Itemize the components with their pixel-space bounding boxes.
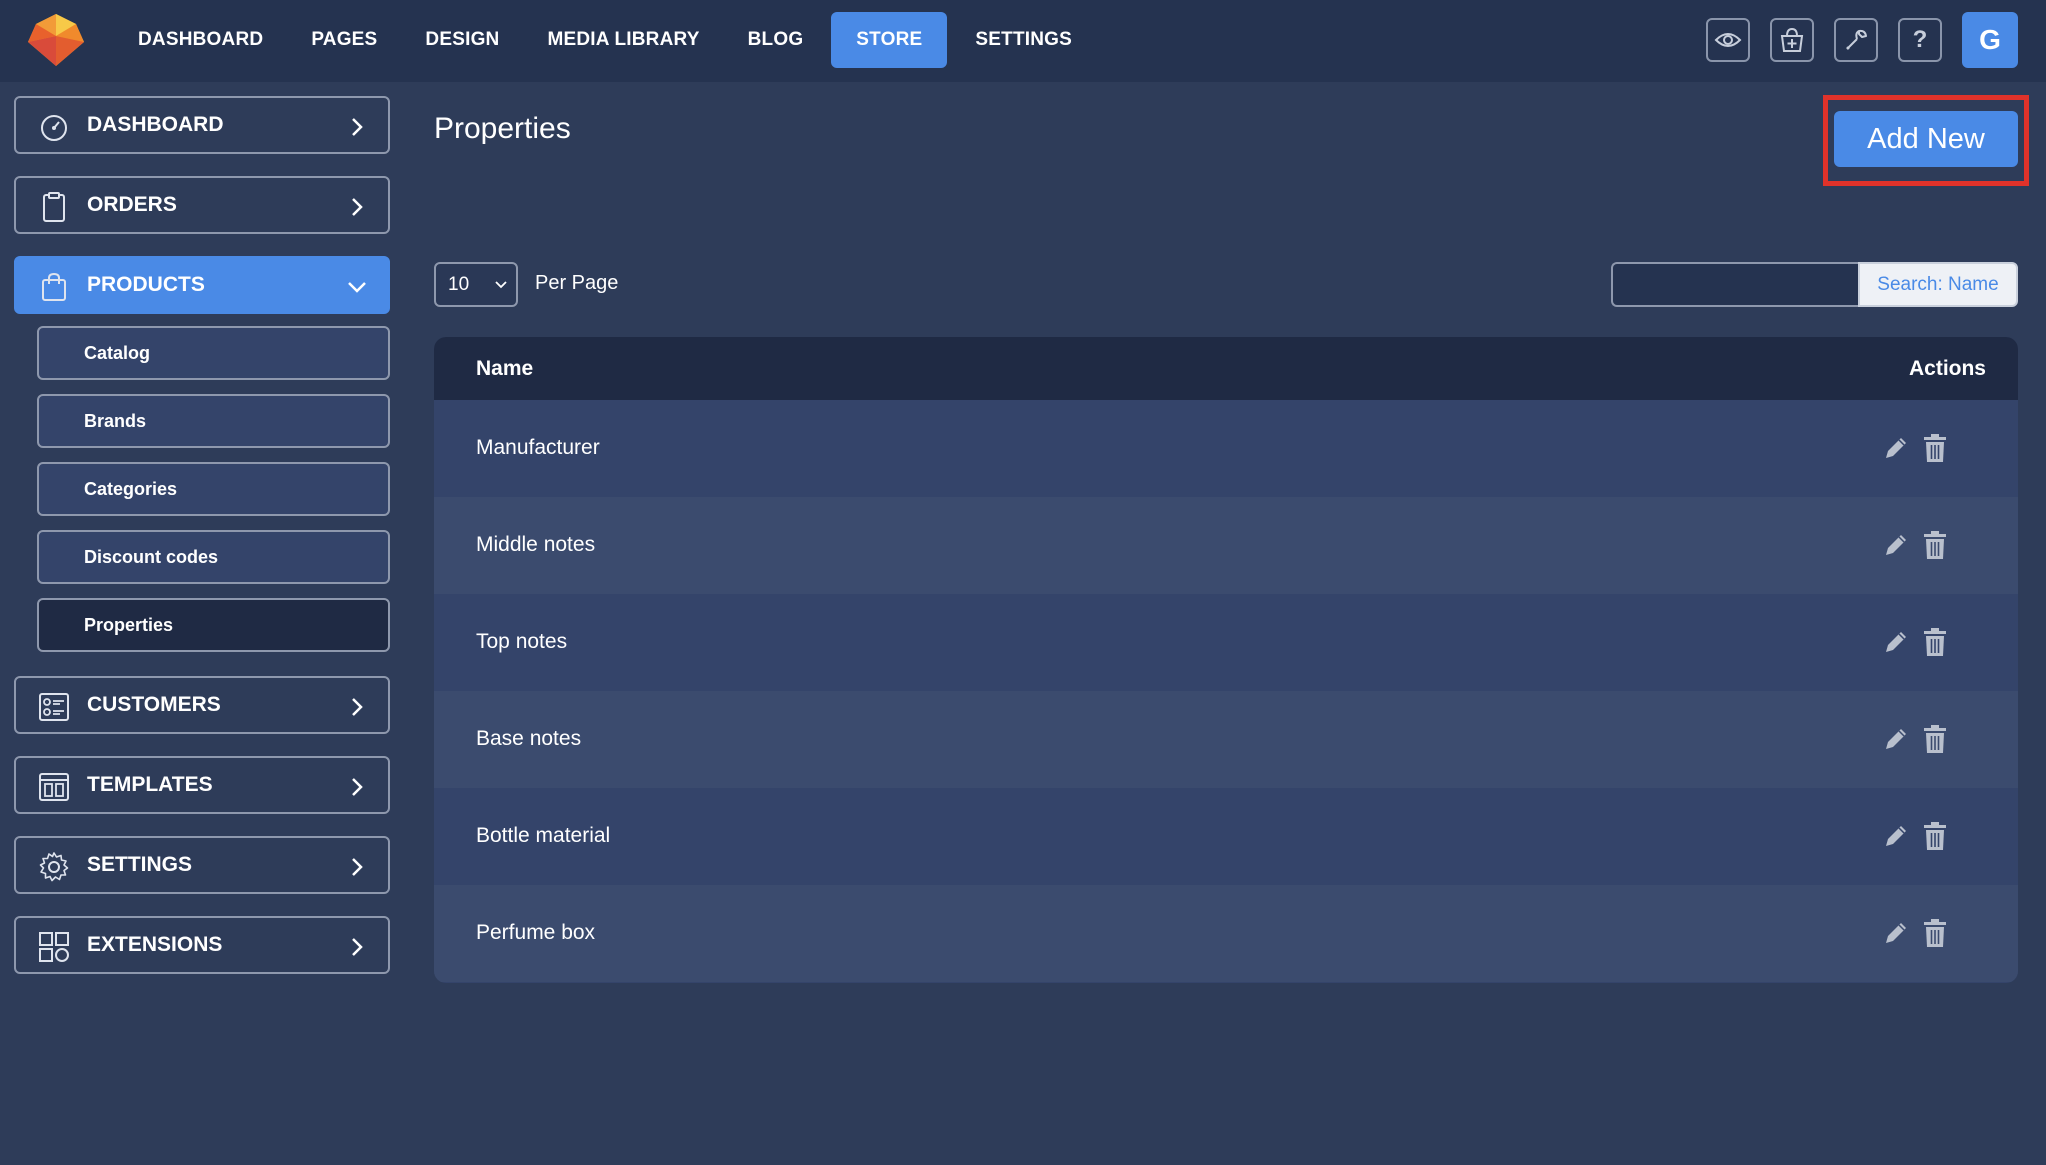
main-nav: DASHBOARD PAGES DESIGN MEDIA LIBRARY BLO…	[118, 12, 1092, 68]
table-row: Manufacturer	[434, 400, 2018, 497]
property-name: Middle notes	[476, 533, 596, 556]
table-header: Name Actions	[434, 337, 2018, 400]
user-avatar[interactable]: G	[1962, 12, 2018, 68]
trash-icon[interactable]	[1923, 627, 1947, 657]
sidebar-item-label: PRODUCTS	[87, 273, 205, 296]
pencil-icon[interactable]	[1882, 919, 1910, 947]
sidebar-item-orders[interactable]: ORDERS	[14, 176, 390, 234]
property-name: Top notes	[476, 630, 568, 653]
extensions-grid-icon	[39, 932, 69, 962]
address-card-icon	[39, 693, 69, 721]
sidebar-item-extensions[interactable]: EXTENSIONS	[14, 916, 390, 974]
store-add-button[interactable]	[1770, 18, 1814, 62]
nav-settings[interactable]: SETTINGS	[955, 12, 1092, 68]
wrench-icon	[1846, 29, 1867, 50]
speedometer-icon	[41, 115, 67, 141]
eye-icon	[1714, 33, 1742, 47]
sidebar-item-label: SETTINGS	[87, 853, 193, 876]
sidebar-subitem-properties[interactable]: Properties	[37, 598, 390, 652]
chevron-right-icon	[352, 118, 363, 136]
trash-icon[interactable]	[1923, 821, 1947, 851]
pencil-icon[interactable]	[1882, 725, 1910, 753]
chevron-right-icon	[352, 198, 363, 216]
table-row: Middle notes	[434, 497, 2018, 594]
tools-button[interactable]	[1834, 18, 1878, 62]
trash-icon[interactable]	[1923, 433, 1947, 463]
table-row: Perfume box	[434, 885, 2018, 982]
nav-pages[interactable]: PAGES	[291, 12, 397, 68]
per-page-select[interactable]: 10	[434, 262, 518, 307]
basket-plus-icon	[1780, 27, 1804, 52]
trash-icon[interactable]	[1923, 530, 1947, 560]
per-page-value: 10	[448, 273, 470, 295]
nav-store[interactable]: STORE	[831, 12, 948, 68]
chevron-right-icon	[352, 938, 363, 956]
clipboard-icon	[43, 192, 65, 222]
table-row: Top notes	[434, 594, 2018, 691]
sidebar-item-settings[interactable]: SETTINGS	[14, 836, 390, 894]
sidebar-item-templates[interactable]: TEMPLATES	[14, 756, 390, 814]
chevron-down-icon	[348, 282, 366, 293]
toolbar: ? G	[1706, 12, 2018, 68]
top-navbar: DASHBOARD PAGES DESIGN MEDIA LIBRARY BLO…	[0, 0, 2046, 82]
sidebar-item-label: ORDERS	[87, 193, 177, 216]
table-row: Bottle material	[434, 788, 2018, 885]
add-new-button[interactable]: Add New	[1834, 111, 2018, 167]
sidebar-subitem-brands[interactable]: Brands	[37, 394, 390, 448]
per-page-label: Per Page	[535, 272, 619, 294]
properties-table: Name Actions Manufacturer Middle notes T…	[434, 337, 2018, 983]
template-icon	[39, 773, 69, 801]
page-title: Properties	[434, 112, 571, 145]
column-header-actions: Actions	[1908, 357, 1986, 380]
gear-icon	[39, 852, 69, 882]
sidebar-item-label: EXTENSIONS	[87, 933, 223, 956]
pencil-icon[interactable]	[1882, 531, 1910, 559]
pencil-icon[interactable]	[1882, 628, 1910, 656]
trash-icon[interactable]	[1923, 918, 1947, 948]
property-name: Perfume box	[476, 921, 596, 944]
nav-design[interactable]: DESIGN	[405, 12, 519, 68]
pencil-icon[interactable]	[1882, 822, 1910, 850]
search-button[interactable]: Search: Name	[1858, 262, 2018, 307]
app-logo[interactable]	[26, 12, 86, 68]
nav-dashboard[interactable]: DASHBOARD	[118, 12, 283, 68]
property-name: Manufacturer	[476, 436, 600, 459]
trash-icon[interactable]	[1923, 724, 1947, 754]
help-button[interactable]: ?	[1898, 18, 1942, 62]
help-icon: ?	[1912, 26, 1928, 53]
nav-media-library[interactable]: MEDIA LIBRARY	[527, 12, 719, 68]
sidebar-item-products[interactable]: PRODUCTS	[14, 256, 390, 314]
column-header-name: Name	[476, 357, 534, 380]
search-input[interactable]	[1611, 262, 1859, 307]
nav-blog[interactable]: BLOG	[728, 12, 824, 68]
sidebar-item-label: CUSTOMERS	[87, 693, 221, 716]
sidebar-subitem-categories[interactable]: Categories	[37, 462, 390, 516]
property-name: Bottle material	[476, 824, 611, 847]
table-row: Base notes	[434, 691, 2018, 788]
preview-button[interactable]	[1706, 18, 1750, 62]
sidebar-subitem-discount-codes[interactable]: Discount codes	[37, 530, 390, 584]
chevron-down-icon	[495, 281, 507, 289]
pencil-icon[interactable]	[1882, 434, 1910, 462]
sidebar-item-dashboard[interactable]: DASHBOARD	[14, 96, 390, 154]
property-name: Base notes	[476, 727, 582, 750]
chevron-right-icon	[352, 778, 363, 796]
sidebar-item-customers[interactable]: CUSTOMERS	[14, 676, 390, 734]
sidebar-item-label: DASHBOARD	[87, 113, 224, 136]
chevron-right-icon	[352, 858, 363, 876]
sidebar-subitem-catalog[interactable]: Catalog	[37, 326, 390, 380]
shopping-bag-icon	[42, 272, 66, 301]
chevron-right-icon	[352, 698, 363, 716]
sidebar-item-label: TEMPLATES	[87, 773, 213, 796]
